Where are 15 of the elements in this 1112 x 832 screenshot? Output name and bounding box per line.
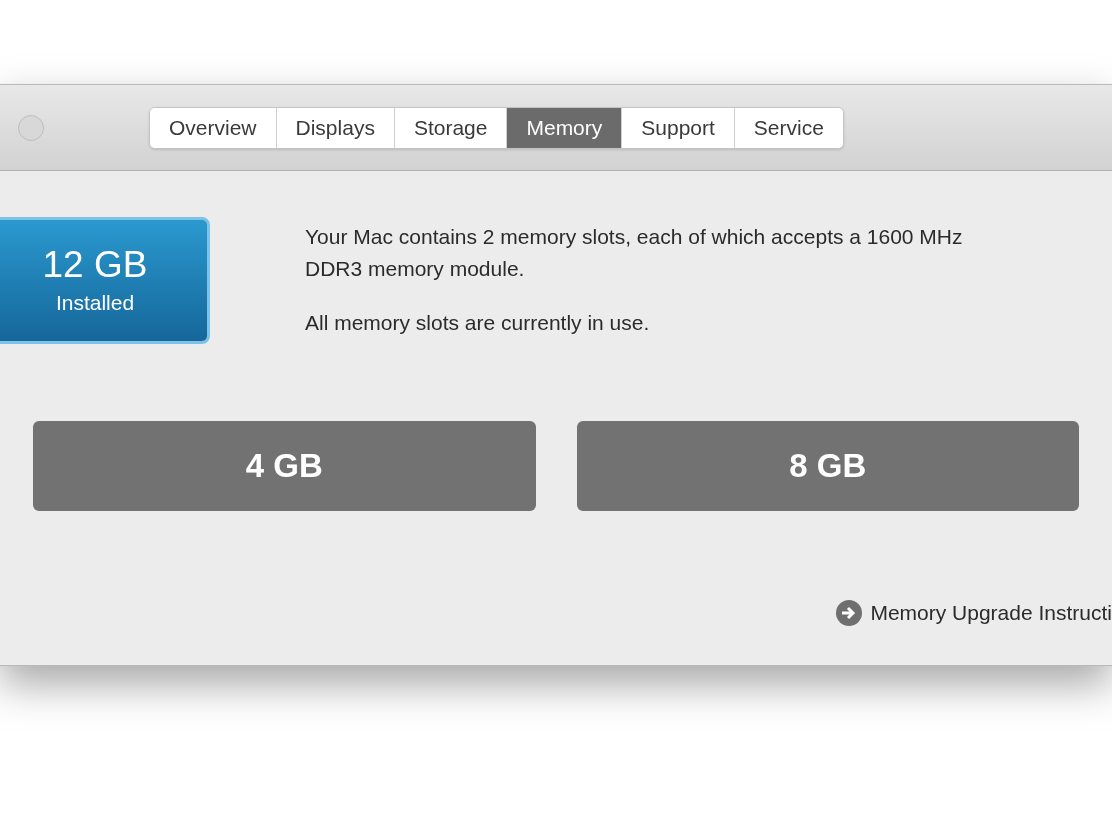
- memory-slot: 8 GB: [576, 421, 1079, 511]
- installed-label: Installed: [55, 289, 135, 316]
- tab[interactable]: Service: [733, 107, 843, 148]
- description-text: All memory slots are currently in use.: [305, 310, 651, 336]
- tab[interactable]: Overview: [150, 107, 276, 148]
- window-button-icon[interactable]: [18, 114, 44, 141]
- tab[interactable]: Support: [621, 107, 734, 148]
- tab[interactable]: Displays: [275, 107, 394, 148]
- upgrade-instructions-link[interactable]: Memory Upgrade Instructi: [870, 597, 1112, 629]
- memory-slot: 4 GB: [33, 421, 536, 511]
- arrow-circle-icon: [836, 599, 863, 626]
- tab[interactable]: Memory: [506, 107, 622, 148]
- installed-amount: 12 GB: [42, 242, 148, 287]
- tab[interactable]: Storage: [393, 107, 507, 148]
- description-text: Your Mac contains 2 memory slots, each of which accepts a 1600 MHz DDR3 memory module.: [305, 224, 964, 282]
